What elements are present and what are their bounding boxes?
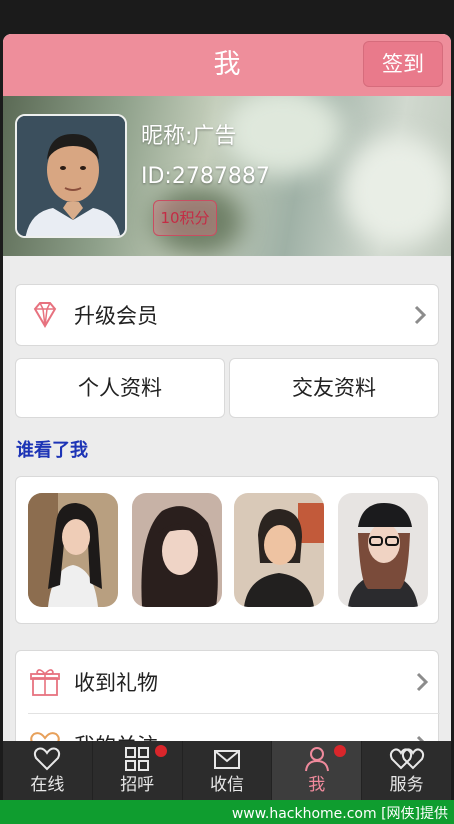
who-viewed-me-title: 谁看了我 [16, 440, 88, 461]
avatar[interactable] [15, 114, 127, 238]
visitor-photo[interactable] [28, 493, 118, 607]
visitors-card [15, 476, 439, 624]
notification-dot [334, 745, 347, 757]
upgrade-membership-row[interactable]: 升级会员 [15, 284, 439, 346]
double-heart-icon [389, 746, 425, 772]
tab-label: 在线 [30, 775, 65, 795]
visitor-photo[interactable] [234, 493, 324, 607]
personal-profile-button[interactable]: 个人资料 [15, 358, 225, 418]
avatar-photo [17, 116, 125, 236]
chevron-right-icon [414, 670, 430, 694]
watermark-bar: www.hackhome.com [网侠]提供 [0, 800, 454, 824]
dating-profile-button[interactable]: 交友资料 [229, 358, 439, 418]
received-gifts-row[interactable]: 收到礼物 [16, 651, 440, 713]
banner-bokeh [343, 136, 451, 246]
visitor-photo[interactable] [338, 493, 428, 607]
grid-icon [123, 746, 151, 772]
user-id-text: ID:2787887 [141, 164, 270, 189]
chevron-right-icon [412, 303, 428, 327]
app-screen: 我 签到 昵称:广告 ID:2787887 10积分 升级会员 个人资料 交友资… [3, 34, 451, 800]
points-badge[interactable]: 10积分 [153, 200, 217, 236]
notification-dot [154, 745, 167, 757]
tab-services[interactable]: 服务 [362, 741, 451, 800]
header-bar: 我 签到 [3, 34, 451, 96]
visitor-photo[interactable] [132, 493, 222, 607]
received-gifts-label: 收到礼物 [74, 671, 158, 695]
tab-inbox[interactable]: 收信 [183, 741, 273, 800]
person-icon [303, 746, 331, 772]
tab-label: 招呼 [120, 775, 155, 795]
diamond-icon [28, 298, 62, 332]
bottom-tab-bar: 在线 招呼 收信 我 服务 [3, 741, 451, 800]
checkin-button[interactable]: 签到 [363, 41, 443, 87]
profile-banner: 昵称:广告 ID:2787887 10积分 [3, 96, 451, 256]
tab-greetings[interactable]: 招呼 [93, 741, 183, 800]
mail-icon [213, 746, 241, 772]
tab-label: 收信 [209, 775, 244, 795]
watermark-text: www.hackhome.com [网侠]提供 [231, 806, 448, 822]
tab-me[interactable]: 我 [272, 741, 363, 800]
gift-icon [28, 665, 62, 699]
upgrade-membership-label: 升级会员 [74, 304, 158, 328]
tab-label: 我 [308, 775, 326, 795]
tab-label: 服务 [389, 775, 424, 795]
tab-online[interactable]: 在线 [3, 741, 93, 800]
nickname-text: 昵称:广告 [141, 124, 237, 149]
status-bar [0, 0, 454, 34]
heart-outline-icon [33, 746, 61, 772]
